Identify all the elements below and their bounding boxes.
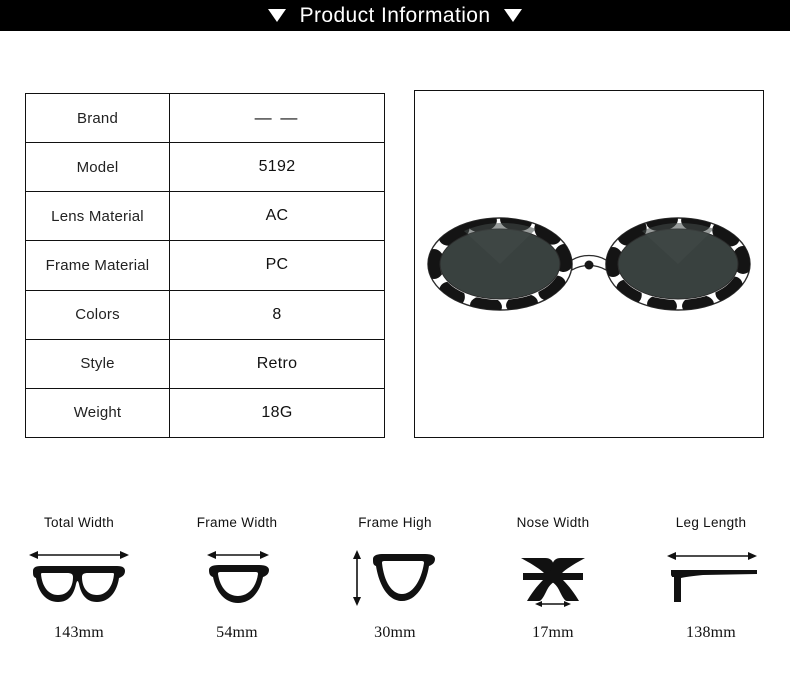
measurement-value: 138mm	[686, 624, 736, 641]
glasses-single-lens-icon	[353, 550, 435, 606]
measurement-figure	[659, 542, 763, 614]
spec-label-model: Model	[26, 143, 170, 192]
triangle-down-icon-left	[267, 9, 286, 22]
table-row: Colors 8	[26, 290, 384, 340]
measurement-label: Nose Width	[516, 515, 590, 530]
glasses-front-full-icon	[29, 551, 129, 602]
measurement-value: 30mm	[374, 624, 416, 641]
measurement-label: Frame High	[358, 515, 432, 530]
triangle-down-icon-right	[504, 9, 523, 22]
measurement-label: Leg Length	[675, 515, 747, 530]
measurement-frame-high: Frame High 30mm	[320, 515, 470, 642]
horizontal-double-arrow-icon	[535, 601, 571, 607]
measurement-figure	[27, 542, 131, 614]
spec-label-lens-material: Lens Material	[26, 192, 170, 241]
glasses-bridge-icon	[521, 558, 585, 607]
spec-value-weight: 18G	[261, 403, 293, 421]
horizontal-double-arrow-icon	[29, 551, 129, 559]
spec-value-frame-material: PC	[265, 256, 289, 274]
measurement-figure	[185, 542, 289, 614]
measurement-value: 143mm	[54, 624, 104, 641]
page-title: Product Information	[299, 4, 491, 27]
measurement-figure	[343, 542, 447, 614]
spec-value-style: Retro	[256, 354, 298, 372]
spec-value-lens-material: AC	[265, 207, 289, 225]
table-row: Style Retro	[26, 339, 384, 389]
measurement-frame-width: Frame Width 54mm	[162, 515, 312, 642]
table-row: Model 5192	[26, 143, 384, 193]
glasses-single-lens-icon	[207, 551, 269, 603]
measurement-value: 17mm	[532, 624, 574, 641]
measurement-value: 54mm	[216, 624, 258, 641]
specification-table: Brand — — Model 5192 Lens Material AC Fr…	[25, 93, 385, 438]
page-header: Product Information	[0, 0, 790, 31]
glasses-temple-arm-icon	[667, 552, 757, 602]
measurements-strip: Total Width 143mm Frame Width 54mm Frame…	[0, 515, 790, 642]
measurement-label: Frame Width	[196, 515, 278, 530]
measurement-label: Total Width	[43, 515, 115, 530]
table-row: Lens Material AC	[26, 192, 384, 242]
measurement-figure	[501, 542, 605, 614]
table-row: Weight 18G	[26, 388, 384, 437]
measurement-leg-length: Leg Length 138mm	[636, 515, 786, 642]
vertical-double-arrow-icon	[353, 550, 361, 606]
measurement-total-width: Total Width 143mm	[4, 515, 154, 642]
horizontal-double-arrow-icon	[667, 552, 757, 560]
spec-label-weight: Weight	[26, 388, 170, 437]
spec-value-colors: 8	[272, 305, 282, 323]
spec-label-frame-material: Frame Material	[26, 241, 170, 290]
spec-label-colors: Colors	[26, 290, 170, 339]
table-row: Frame Material PC	[26, 241, 384, 291]
measurement-nose-width: Nose Width 17mm	[478, 515, 628, 642]
spec-label-brand: Brand	[26, 94, 170, 143]
spec-value-model: 5192	[258, 158, 296, 176]
spec-label-style: Style	[26, 339, 170, 388]
product-image-box	[414, 90, 764, 438]
spec-value-brand: — —	[254, 108, 300, 128]
table-row: Brand — —	[26, 94, 384, 144]
sunglasses-product-image	[427, 217, 751, 311]
horizontal-double-arrow-icon	[207, 551, 269, 559]
